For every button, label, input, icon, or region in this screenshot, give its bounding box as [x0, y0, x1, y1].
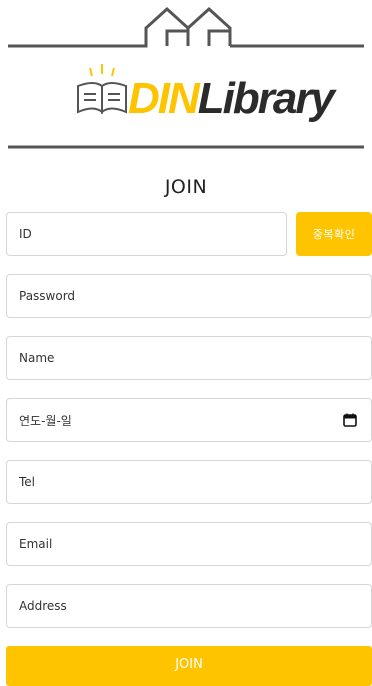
house-outline-icon — [8, 6, 364, 48]
date-placeholder: 연도-월-일 — [19, 413, 72, 428]
password-input[interactable]: Password — [6, 274, 372, 318]
name-placeholder: Name — [19, 351, 55, 365]
tel-input[interactable]: Tel — [6, 460, 372, 504]
birthdate-input[interactable]: 연도-월-일 — [6, 398, 372, 442]
password-placeholder: Password — [19, 289, 76, 303]
duplicate-check-button[interactable]: 중복확인 — [296, 212, 372, 256]
join-submit-button[interactable]: JOIN — [6, 646, 372, 686]
id-placeholder: ID — [19, 227, 32, 241]
tel-placeholder: Tel — [19, 475, 36, 489]
address-input[interactable]: Address — [6, 584, 372, 628]
brand-name-library: Library — [197, 74, 335, 123]
brand-name: DINLibrary — [128, 74, 335, 124]
open-book-icon — [77, 82, 127, 115]
name-input[interactable]: Name — [6, 336, 372, 380]
brand-name-din: DIN — [128, 74, 200, 123]
address-placeholder: Address — [19, 599, 67, 613]
calendar-icon[interactable] — [343, 413, 357, 427]
page-title: JOIN — [164, 176, 208, 198]
id-input[interactable]: ID — [6, 212, 287, 256]
email-input[interactable]: Email — [6, 522, 372, 566]
site-header: DINLibrary — [0, 0, 372, 160]
email-placeholder: Email — [19, 537, 53, 551]
sparkle-icon — [89, 64, 115, 77]
